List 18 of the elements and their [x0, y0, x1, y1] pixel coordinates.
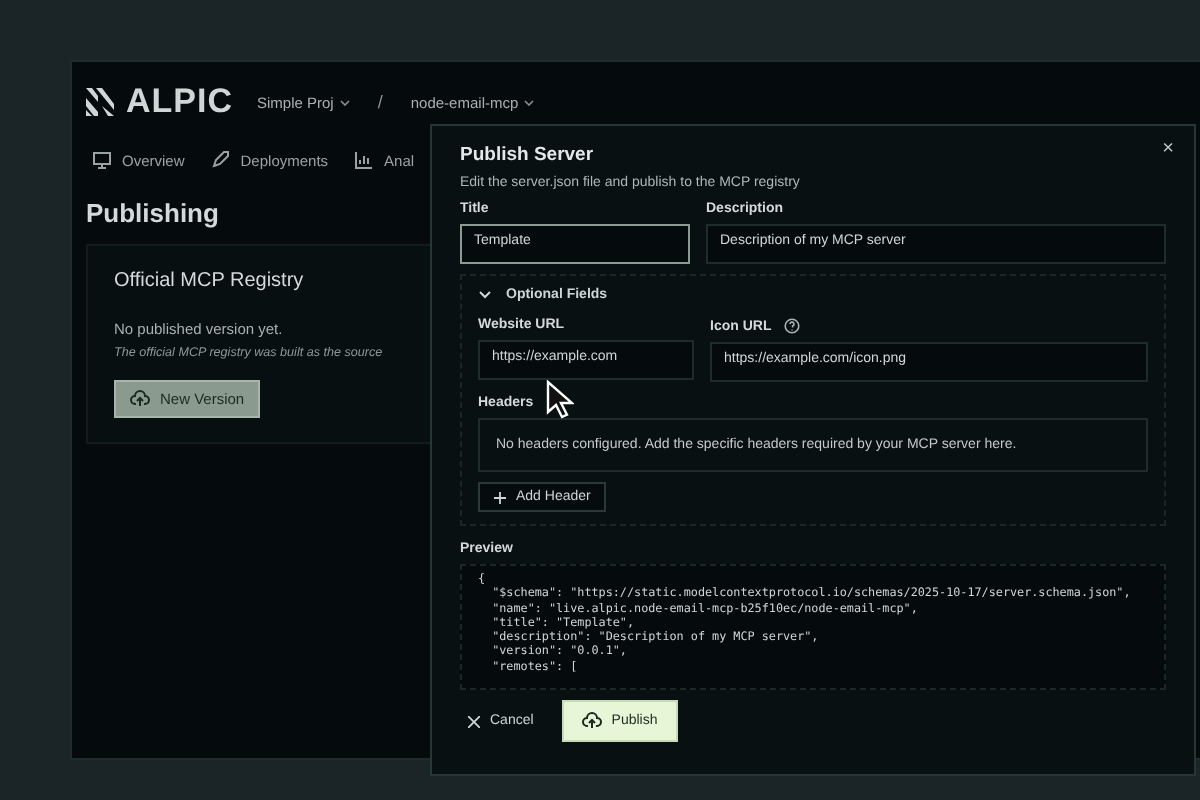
chevron-icon: [478, 290, 492, 300]
logo-icon: [86, 88, 114, 116]
dialog-title: Publish Server: [460, 144, 596, 166]
help-icon[interactable]: [783, 318, 800, 334]
page-title: Publishing: [86, 198, 219, 228]
logo-text: ALPIC: [126, 82, 233, 122]
caret-icon: [339, 100, 350, 106]
monitor-icon: [92, 150, 112, 170]
caret-icon: [524, 100, 535, 106]
bar-chart-icon: [354, 150, 375, 170]
card-title: Official MCP Registry: [114, 270, 304, 292]
plus-icon: [494, 491, 506, 503]
mouse-pointer-icon: [546, 380, 574, 420]
close-icon: [468, 715, 480, 727]
close-button[interactable]: ×: [1162, 138, 1174, 160]
cloud-upload-icon: [130, 390, 150, 408]
breadcrumb-separator: /: [377, 92, 383, 112]
cloud-upload-icon: [581, 712, 602, 730]
